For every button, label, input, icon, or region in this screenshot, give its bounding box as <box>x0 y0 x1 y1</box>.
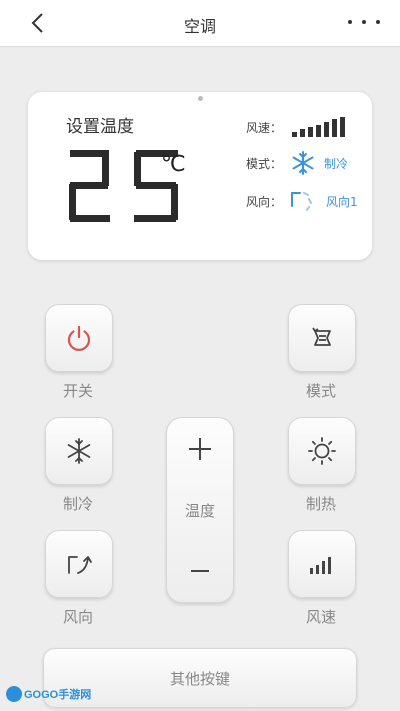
status-card: 设置温度 25 ℃ 风速： <box>28 92 372 260</box>
cool-button[interactable] <box>45 417 113 485</box>
mode-value: 制冷 <box>324 156 349 171</box>
wind-dir-value: 风向1 <box>326 194 358 209</box>
wind-speed-row: 风速： <box>246 116 348 138</box>
mode-label: 模式： <box>246 156 283 171</box>
mode-label-btn: 模式 <box>305 382 336 400</box>
watermark-text: GOGO手游网 <box>24 689 92 701</box>
wind-speed-button[interactable] <box>288 530 356 598</box>
temp-up-button[interactable] <box>167 418 233 480</box>
heat-sun-icon <box>308 437 336 465</box>
app-header: 空调 <box>0 0 400 47</box>
plus-icon <box>189 438 211 460</box>
page-indicator-dot <box>198 96 203 101</box>
snowflake-icon <box>67 438 91 464</box>
minus-icon <box>191 570 209 572</box>
wind-direction-button[interactable] <box>45 530 113 598</box>
heat-button[interactable] <box>288 417 356 485</box>
wind-direction-icon <box>68 556 92 574</box>
temperature-unit: ℃ <box>161 152 186 177</box>
wind-dir-row: 风向： 风向1 <box>246 190 358 212</box>
wind-direction-icon <box>291 192 312 211</box>
set-temp-label: 设置温度 <box>66 117 134 137</box>
power-icon <box>67 325 91 351</box>
temperature-label: 温度 <box>184 502 215 520</box>
watermark-logo-icon <box>6 686 22 702</box>
page-title: 空调 <box>183 17 216 36</box>
wind-direction-label: 风向 <box>62 608 93 626</box>
watermark: GOGO手游网 <box>6 682 91 706</box>
cool-label: 制冷 <box>62 495 93 513</box>
wind-speed-label: 风速： <box>246 120 283 135</box>
power-label: 开关 <box>62 382 93 400</box>
temperature-control: 温度 <box>166 417 234 603</box>
mode-row: 模式： 制冷 <box>246 150 348 176</box>
heat-label: 制热 <box>305 495 336 513</box>
snowflake-icon <box>292 151 314 175</box>
wind-speed-bars-icon <box>292 117 345 137</box>
wind-speed-bars-icon <box>310 557 331 574</box>
more-icon[interactable] <box>348 12 380 32</box>
mode-icon <box>312 327 331 346</box>
wind-speed-label-btn: 风速 <box>305 608 336 626</box>
power-button[interactable] <box>45 304 113 372</box>
wind-dir-label: 风向： <box>246 194 283 209</box>
temp-down-button[interactable] <box>167 540 233 602</box>
mode-button[interactable] <box>288 304 356 372</box>
